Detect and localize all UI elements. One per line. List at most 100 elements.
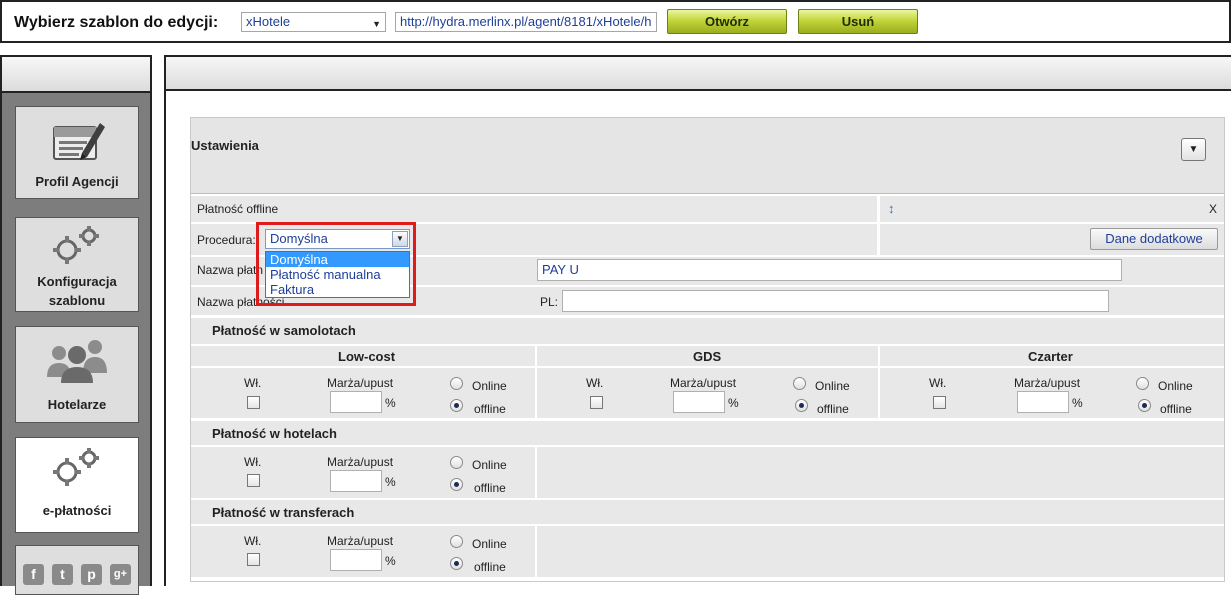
- lowcost-offline-radio[interactable]: [450, 399, 463, 412]
- pl-label: PL:: [540, 295, 559, 309]
- gears-icon: [16, 444, 138, 496]
- offline-label: offline: [474, 402, 506, 416]
- template-select-value: xHotele: [246, 14, 291, 29]
- lowcost-margin-input[interactable]: [330, 391, 382, 413]
- gds-online-radio[interactable]: [793, 377, 806, 390]
- percent-label: %: [728, 396, 739, 410]
- hotels-section-header: [191, 421, 1224, 445]
- flights-title: Płatność w samolotach: [212, 323, 356, 338]
- sidebar-item-profile[interactable]: Profil Agencji: [15, 106, 139, 199]
- gds-title: GDS: [693, 349, 722, 364]
- collapse-button[interactable]: ▼: [1181, 138, 1206, 161]
- settings-header: Ustawienia ▼: [191, 118, 1224, 194]
- name-label: Nazwa płatn: [197, 263, 264, 277]
- template-url-input[interactable]: http://hydra.merlinx.pl/agent/8181/xHote…: [395, 12, 657, 32]
- hotels-options-empty: [537, 447, 1224, 498]
- transfers-offline-radio[interactable]: [450, 557, 463, 570]
- percent-label: %: [385, 554, 396, 568]
- charter-margin-input[interactable]: [1017, 391, 1069, 413]
- gds-enabled-checkbox[interactable]: [590, 396, 603, 409]
- offline-header-cell-right: [880, 196, 1224, 222]
- transfers-options-empty: [537, 526, 1224, 577]
- enabled-label: Wł.: [929, 376, 947, 390]
- percent-label: %: [385, 475, 396, 489]
- sidebar-item-label: szablonu: [48, 293, 106, 308]
- lowcost-enabled-checkbox[interactable]: [247, 396, 260, 409]
- sidebar-item-template-config[interactable]: Konfiguracja szablonu: [15, 217, 139, 312]
- sidebar-item-label: Profil Agencji: [35, 174, 119, 189]
- sort-icon[interactable]: ↕: [888, 201, 895, 216]
- enabled-label: Wł.: [244, 455, 262, 469]
- sidebar-item-hoteliers[interactable]: Hotelarze: [15, 326, 139, 423]
- template-toolbar: Wybierz szablon do edycji: xHotele ▼ htt…: [0, 0, 1231, 43]
- hotels-online-radio[interactable]: [450, 456, 463, 469]
- gds-margin-input[interactable]: [673, 391, 725, 413]
- percent-label: %: [1072, 396, 1083, 410]
- online-label: Online: [1158, 379, 1193, 393]
- google-plus-icon[interactable]: g+: [110, 564, 131, 585]
- payment-name-input[interactable]: PAY U: [537, 259, 1122, 281]
- online-label: Online: [472, 379, 507, 393]
- template-select[interactable]: xHotele ▼: [241, 12, 386, 32]
- facebook-icon[interactable]: f: [23, 564, 44, 585]
- margin-label: Marża/upust: [327, 376, 394, 390]
- enabled-label: Wł.: [244, 534, 262, 548]
- transfers-enabled-checkbox[interactable]: [247, 553, 260, 566]
- transfers-online-radio[interactable]: [450, 535, 463, 548]
- delete-button[interactable]: Usuń: [798, 9, 918, 34]
- chevron-down-icon: ▼: [1188, 144, 1199, 155]
- charter-online-radio[interactable]: [1136, 377, 1149, 390]
- online-label: Online: [472, 458, 507, 472]
- online-label: Online: [815, 379, 850, 393]
- offline-label: offline: [474, 481, 506, 495]
- enabled-label: Wł.: [244, 376, 262, 390]
- settings-title: Ustawienia: [191, 138, 259, 153]
- offline-label: offline: [1160, 402, 1192, 416]
- margin-label: Marża/upust: [327, 534, 394, 548]
- margin-label: Marża/upust: [1014, 376, 1081, 390]
- sidebar: Profil Agencji Konfiguracja szablonu Hot…: [0, 55, 152, 595]
- sidebar-header: [2, 57, 150, 93]
- payment-name-pl-input[interactable]: [562, 290, 1109, 312]
- hotels-margin-input[interactable]: [330, 470, 382, 492]
- margin-label: Marża/upust: [327, 455, 394, 469]
- lowcost-online-radio[interactable]: [450, 377, 463, 390]
- sidebar-item-label: Konfiguracja: [37, 274, 117, 289]
- charter-title: Czarter: [1028, 349, 1073, 364]
- charter-enabled-checkbox[interactable]: [933, 396, 946, 409]
- people-icon: [16, 333, 138, 385]
- gears-icon: [16, 222, 138, 274]
- offline-label: offline: [474, 560, 506, 574]
- enabled-label: Wł.: [586, 376, 604, 390]
- gds-offline-radio[interactable]: [795, 399, 808, 412]
- percent-label: %: [385, 396, 396, 410]
- extra-data-button[interactable]: Dane dodatkowe: [1090, 228, 1218, 250]
- hotels-offline-radio[interactable]: [450, 478, 463, 491]
- offline-header-cell: [191, 196, 877, 222]
- profile-card-icon: [16, 117, 138, 169]
- template-select-label: Wybierz szablon do edycji:: [14, 14, 219, 31]
- sidebar-item-label: Hotelarze: [47, 397, 107, 412]
- transfers-margin-input[interactable]: [330, 549, 382, 571]
- pinterest-icon[interactable]: p: [81, 564, 102, 585]
- offline-label: Płatność offline: [197, 202, 279, 216]
- main-divider: [164, 89, 166, 586]
- charter-offline-radio[interactable]: [1138, 399, 1151, 412]
- close-icon[interactable]: X: [1209, 202, 1217, 216]
- offline-label: offline: [817, 402, 849, 416]
- lowcost-title: Low-cost: [338, 349, 396, 364]
- social-links: f t p g+: [15, 545, 139, 595]
- chevron-down-icon: ▼: [372, 19, 381, 29]
- margin-label: Marża/upust: [670, 376, 737, 390]
- hotels-enabled-checkbox[interactable]: [247, 474, 260, 487]
- sidebar-item-e-payments[interactable]: e-płatności: [15, 437, 139, 533]
- procedure-label: Procedura:: [197, 233, 256, 247]
- online-label: Online: [472, 537, 507, 551]
- sidebar-item-label: e-płatności: [42, 503, 112, 518]
- main-header: [164, 55, 1231, 91]
- open-button[interactable]: Otwórz: [667, 9, 787, 34]
- transfers-title: Płatność w transferach: [212, 505, 355, 520]
- hotels-title: Płatność w hotelach: [212, 426, 337, 441]
- highlight-annotation: [256, 222, 416, 306]
- twitter-icon[interactable]: t: [52, 564, 73, 585]
